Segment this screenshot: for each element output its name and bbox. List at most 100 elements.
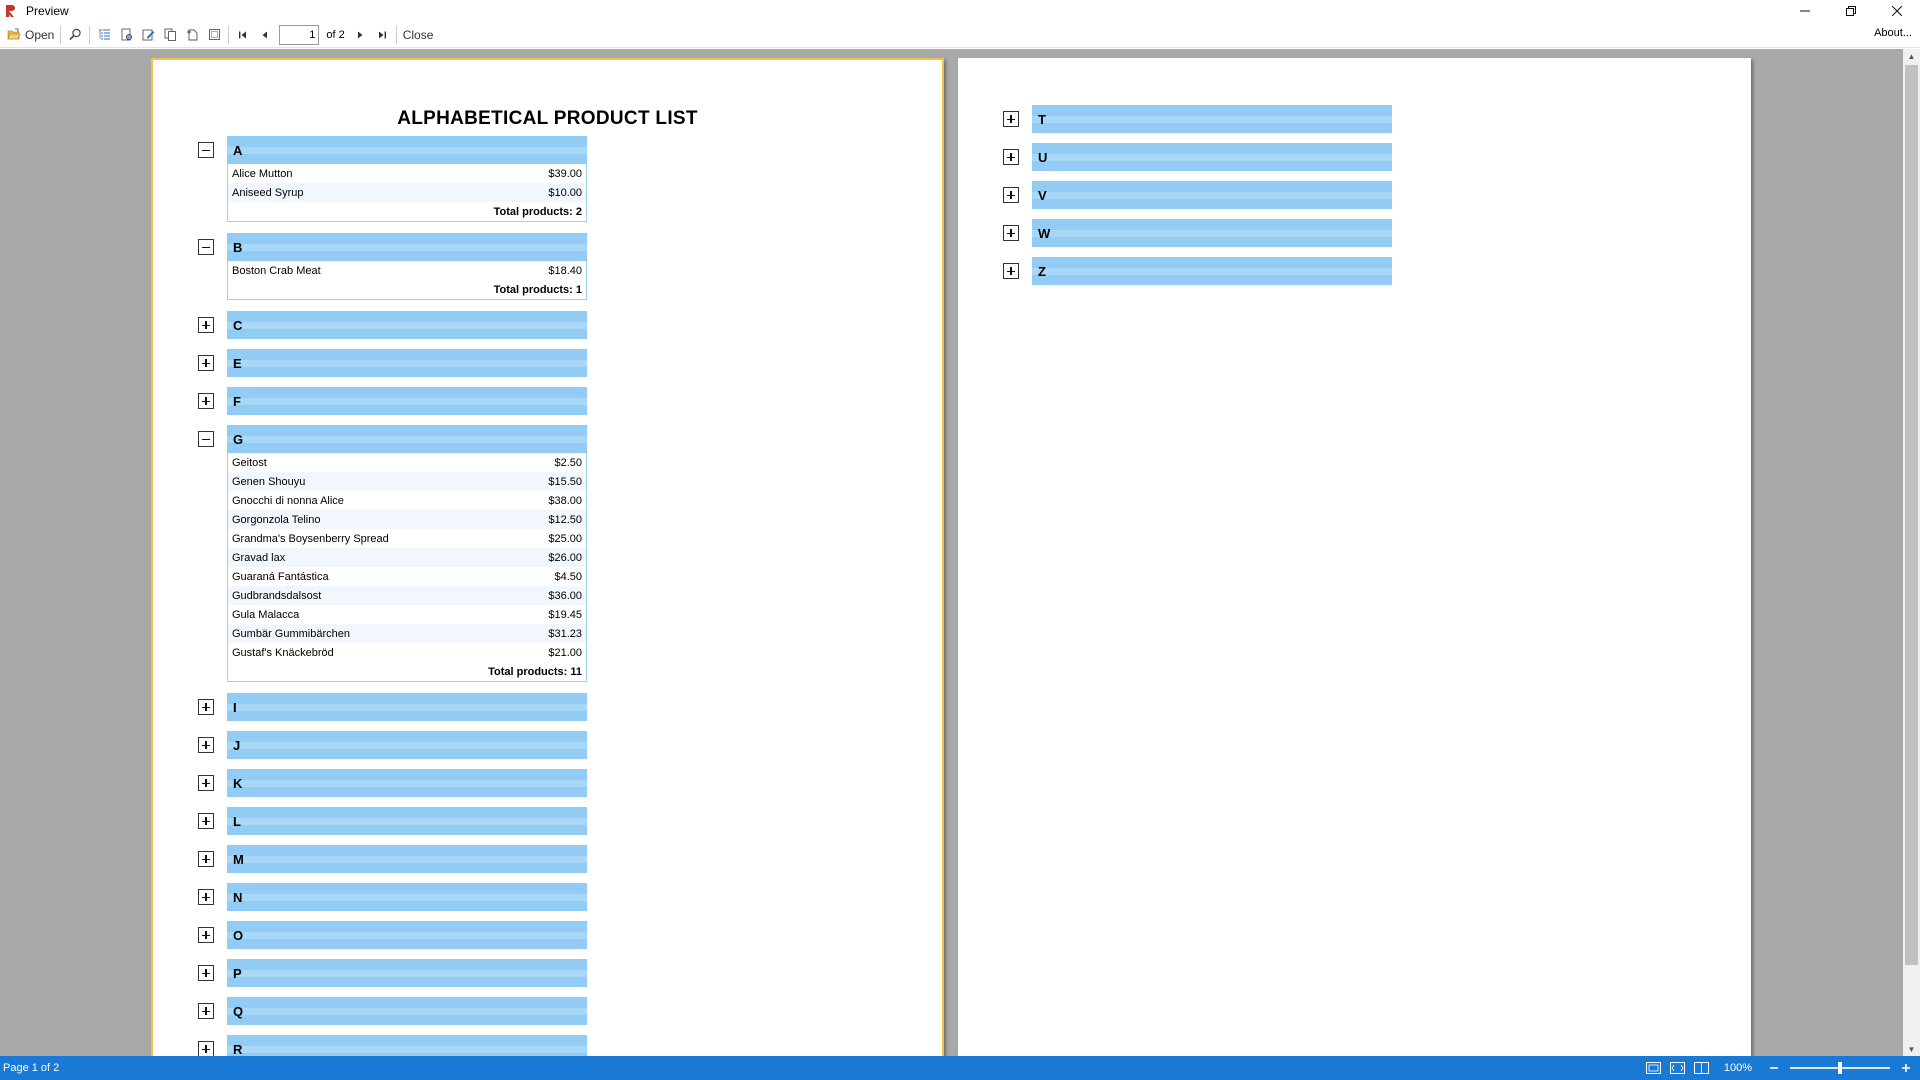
product-price: $31.23 [548, 627, 582, 640]
toolbar-separator [395, 25, 397, 44]
expand-group-icon[interactable] [198, 1003, 214, 1019]
product-row: Aniseed Syrup $10.00 [228, 183, 586, 202]
group-header: N [227, 883, 587, 911]
product-price: $25.00 [548, 532, 582, 545]
zoom-in-icon[interactable] [1898, 1061, 1914, 1075]
expand-group-icon[interactable] [198, 699, 214, 715]
collapse-group-icon[interactable] [198, 142, 214, 158]
app-logo-icon [4, 4, 18, 18]
report-title: ALPHABETICAL PRODUCT LIST [397, 108, 698, 129]
close-icon [1892, 6, 1902, 16]
group-details: Boston Crab Meat $18.40 Total products: 1 [227, 261, 587, 300]
outline-button[interactable] [93, 24, 115, 46]
close-preview-button[interactable]: Close [400, 24, 437, 46]
window-title: Preview [26, 4, 69, 18]
group-header: Z [1032, 257, 1392, 285]
product-name: Gudbrandsdalsost [232, 589, 322, 602]
open-button[interactable]: Open [4, 24, 57, 46]
group-header: R [227, 1035, 587, 1056]
group-header: Q [227, 997, 587, 1025]
expand-group-icon[interactable] [1003, 149, 1019, 165]
toolbar-separator [228, 25, 230, 44]
expand-group-icon[interactable] [198, 965, 214, 981]
group-header: I [227, 693, 587, 721]
group-details: Geitost $2.50 Genen Shouyu $15.50 Gnocchi di… [227, 453, 587, 682]
page-frame-icon [208, 29, 220, 40]
page-status: Page 1 of 2 [3, 1062, 60, 1074]
group-header: O [227, 921, 587, 949]
product-row: Genen Shouyu $15.50 [228, 472, 586, 491]
about-button[interactable]: About... [1874, 27, 1912, 39]
expand-group-icon[interactable] [198, 737, 214, 753]
group-total: Total products: 2 [493, 205, 582, 218]
product-name: Gravad lax [232, 551, 286, 564]
expand-group-icon[interactable] [1003, 263, 1019, 279]
expand-group-icon[interactable] [198, 393, 214, 409]
zoom-whole-page-icon[interactable] [1670, 1061, 1686, 1075]
folder-open-icon [7, 28, 21, 40]
preview-workspace[interactable]: ALPHABETICAL PRODUCT LIST A Alice Mutton $… [0, 49, 1903, 1056]
group-header: W [1032, 219, 1392, 247]
first-page-button[interactable] [232, 24, 254, 46]
toolbar: Open of 2 Close About... [0, 22, 1920, 48]
product-name: Gorgonzola Telino [232, 513, 321, 526]
restore-button[interactable] [1828, 0, 1874, 22]
vertical-scrollbar[interactable]: ▲ ▼ [1903, 49, 1920, 1056]
expand-group-icon[interactable] [198, 927, 214, 943]
group-header: A [227, 136, 587, 164]
close-window-button[interactable] [1874, 0, 1920, 22]
product-price: $15.50 [548, 475, 582, 488]
product-name: Gumbär Gummibärchen [232, 627, 350, 640]
group-header: K [227, 769, 587, 797]
last-page-button[interactable] [371, 24, 393, 46]
product-price: $2.50 [554, 456, 582, 469]
zoom-page-width-icon[interactable] [1646, 1061, 1662, 1075]
next-page-icon [357, 31, 363, 38]
collapse-group-icon[interactable] [198, 239, 214, 255]
product-row: Gnocchi di nonna Alice $38.00 [228, 491, 586, 510]
zoom-multiple-pages-icon[interactable] [1694, 1061, 1710, 1075]
scroll-down-arrow-icon[interactable]: ▼ [1903, 1042, 1920, 1056]
window-titlebar: Preview [0, 0, 1920, 22]
product-name: Gustaf's Knäckebröd [232, 646, 334, 659]
group-details: Alice Mutton $39.00 Aniseed Syrup $10.00 Tot… [227, 164, 587, 222]
expand-group-icon[interactable] [1003, 187, 1019, 203]
scroll-up-arrow-icon[interactable]: ▲ [1903, 49, 1920, 63]
search-icon [69, 28, 81, 41]
product-row: Grandma's Boysenberry Spread $25.00 [228, 529, 586, 548]
minimize-button[interactable] [1782, 0, 1828, 22]
expand-group-icon[interactable] [198, 1041, 214, 1056]
page-settings-icon [121, 28, 132, 41]
product-name: Alice Mutton [232, 167, 293, 180]
next-page-button[interactable] [349, 24, 371, 46]
product-price: $36.00 [548, 589, 582, 602]
group-header: J [227, 731, 587, 759]
product-name: Gnocchi di nonna Alice [232, 494, 344, 507]
expand-group-icon[interactable] [198, 851, 214, 867]
page-setup-button[interactable] [115, 24, 137, 46]
expand-group-icon[interactable] [1003, 111, 1019, 127]
collapse-group-icon[interactable] [198, 431, 214, 447]
product-row: Geitost $2.50 [228, 453, 586, 472]
zoom-out-icon[interactable] [1766, 1061, 1782, 1075]
find-button[interactable] [64, 24, 86, 46]
edit-page-button[interactable] [137, 24, 159, 46]
group-header: M [227, 845, 587, 873]
scrollbar-thumb[interactable] [1905, 65, 1918, 965]
copy-page-button[interactable] [159, 24, 181, 46]
expand-group-icon[interactable] [1003, 225, 1019, 241]
expand-group-icon[interactable] [198, 355, 214, 371]
copy-icon [164, 28, 176, 41]
expand-group-icon[interactable] [198, 775, 214, 791]
page-number-input[interactable] [279, 24, 320, 45]
delete-page-button[interactable] [203, 24, 225, 46]
expand-group-icon[interactable] [198, 813, 214, 829]
expand-group-icon[interactable] [198, 317, 214, 333]
previous-page-button[interactable] [254, 24, 276, 46]
product-row: Gumbär Gummibärchen $31.23 [228, 624, 586, 643]
new-page-button[interactable] [181, 24, 203, 46]
product-price: $4.50 [554, 570, 582, 583]
expand-group-icon[interactable] [198, 889, 214, 905]
zoom-slider[interactable] [1790, 1061, 1890, 1075]
zoom-slider-thumb[interactable] [1838, 1062, 1842, 1074]
